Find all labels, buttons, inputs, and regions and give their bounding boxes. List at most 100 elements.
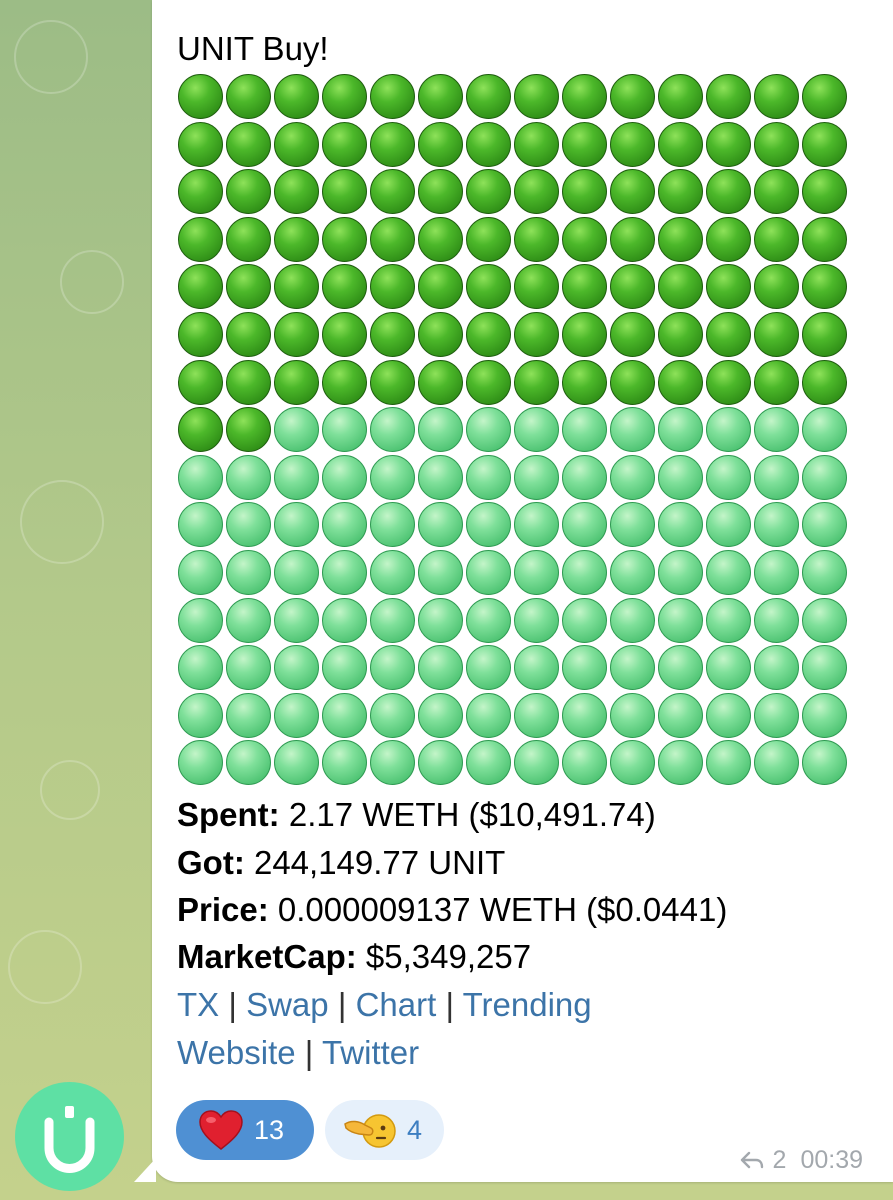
empty-circle-icon xyxy=(657,740,703,786)
empty-circle-icon xyxy=(225,740,271,786)
empty-circle-icon xyxy=(369,549,415,595)
empty-circle-icon xyxy=(513,597,559,643)
trending-link[interactable]: Trending xyxy=(463,986,592,1023)
empty-circle-icon xyxy=(561,645,607,691)
reaction-pointing-face-button[interactable]: 4 xyxy=(325,1100,444,1160)
progress-emoji-grid xyxy=(176,73,848,787)
filled-circle-icon xyxy=(753,121,799,167)
filled-circle-icon xyxy=(417,169,463,215)
links-row-2: Website | Twitter xyxy=(177,1030,419,1076)
empty-circle-icon xyxy=(801,454,847,500)
filled-circle-icon xyxy=(705,216,751,262)
filled-circle-icon xyxy=(657,74,703,119)
empty-circle-icon xyxy=(225,645,271,691)
message-time: 00:39 xyxy=(800,1146,863,1174)
empty-circle-icon xyxy=(657,407,703,453)
link-separator: | xyxy=(445,986,455,1023)
filled-circle-icon xyxy=(369,74,415,119)
background-doodle xyxy=(60,250,124,314)
filled-circle-icon xyxy=(513,216,559,262)
filled-circle-icon xyxy=(417,359,463,405)
empty-circle-icon xyxy=(609,549,655,595)
filled-circle-icon xyxy=(321,311,367,357)
empty-circle-icon xyxy=(273,740,319,786)
filled-circle-icon xyxy=(801,74,847,119)
filled-circle-icon xyxy=(513,359,559,405)
filled-circle-icon xyxy=(657,311,703,357)
filled-circle-icon xyxy=(273,121,319,167)
filled-circle-icon xyxy=(369,359,415,405)
empty-circle-icon xyxy=(177,454,223,500)
filled-circle-icon xyxy=(609,74,655,119)
empty-circle-icon xyxy=(801,407,847,453)
filled-circle-icon xyxy=(177,216,223,262)
filled-circle-icon xyxy=(753,311,799,357)
empty-circle-icon xyxy=(225,502,271,548)
filled-circle-icon xyxy=(657,216,703,262)
tx-link[interactable]: TX xyxy=(177,986,219,1023)
empty-circle-icon xyxy=(561,407,607,453)
filled-circle-icon xyxy=(561,216,607,262)
sender-avatar[interactable] xyxy=(15,1082,124,1191)
empty-circle-icon xyxy=(273,597,319,643)
empty-circle-icon xyxy=(657,645,703,691)
filled-circle-icon xyxy=(705,74,751,119)
filled-circle-icon xyxy=(273,359,319,405)
empty-circle-icon xyxy=(225,692,271,738)
got-line: Got: 244,149.77 UNIT xyxy=(177,840,505,886)
twitter-link[interactable]: Twitter xyxy=(322,1034,419,1071)
empty-circle-icon xyxy=(657,502,703,548)
reaction-heart-button[interactable]: 13 xyxy=(176,1100,314,1160)
filled-circle-icon xyxy=(177,169,223,215)
empty-circle-icon xyxy=(465,645,511,691)
empty-circle-icon xyxy=(177,597,223,643)
filled-circle-icon xyxy=(417,74,463,119)
empty-circle-icon xyxy=(369,740,415,786)
filled-circle-icon xyxy=(801,121,847,167)
filled-circle-icon xyxy=(225,407,271,453)
empty-circle-icon xyxy=(177,549,223,595)
empty-circle-icon xyxy=(417,597,463,643)
swap-link[interactable]: Swap xyxy=(246,986,329,1023)
spent-line: Spent: 2.17 WETH ($10,491.74) xyxy=(177,792,656,838)
empty-circle-icon xyxy=(561,597,607,643)
filled-circle-icon xyxy=(273,216,319,262)
empty-circle-icon xyxy=(561,740,607,786)
chart-link[interactable]: Chart xyxy=(356,986,437,1023)
filled-circle-icon xyxy=(177,311,223,357)
filled-circle-icon xyxy=(609,169,655,215)
filled-circle-icon xyxy=(513,169,559,215)
empty-circle-icon xyxy=(465,597,511,643)
empty-circle-icon xyxy=(513,407,559,453)
filled-circle-icon xyxy=(177,359,223,405)
empty-circle-icon xyxy=(561,549,607,595)
empty-circle-icon xyxy=(801,692,847,738)
empty-circle-icon xyxy=(657,597,703,643)
empty-circle-icon xyxy=(273,645,319,691)
empty-circle-icon xyxy=(609,407,655,453)
empty-circle-icon xyxy=(417,645,463,691)
filled-circle-icon xyxy=(321,216,367,262)
filled-circle-icon xyxy=(753,264,799,310)
empty-circle-icon xyxy=(609,454,655,500)
filled-circle-icon xyxy=(561,264,607,310)
website-link[interactable]: Website xyxy=(177,1034,296,1071)
empty-circle-icon xyxy=(561,502,607,548)
price-value: 0.000009137 WETH ($0.0441) xyxy=(268,891,728,928)
marketcap-label: MarketCap: xyxy=(177,938,357,975)
empty-circle-icon xyxy=(321,692,367,738)
empty-circle-icon xyxy=(705,645,751,691)
message-bubble-tail xyxy=(134,1158,156,1182)
filled-circle-icon xyxy=(225,359,271,405)
filled-circle-icon xyxy=(561,74,607,119)
empty-circle-icon xyxy=(513,692,559,738)
empty-circle-icon xyxy=(225,549,271,595)
filled-circle-icon xyxy=(417,121,463,167)
message-meta: 2 00:39 xyxy=(739,1146,863,1175)
filled-circle-icon xyxy=(657,169,703,215)
filled-circle-icon xyxy=(177,121,223,167)
filled-circle-icon xyxy=(369,311,415,357)
empty-circle-icon xyxy=(177,645,223,691)
empty-circle-icon xyxy=(321,645,367,691)
filled-circle-icon xyxy=(561,169,607,215)
